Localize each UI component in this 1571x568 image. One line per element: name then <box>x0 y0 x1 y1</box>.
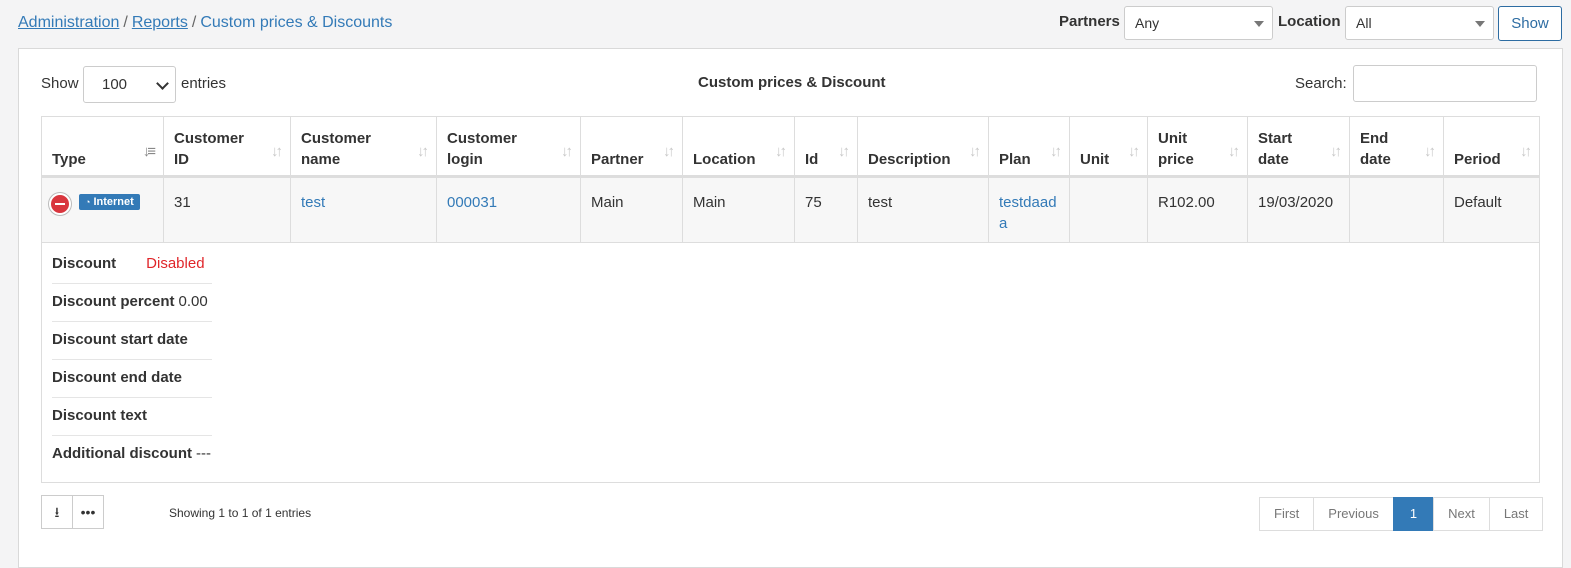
caret-down-icon <box>1254 21 1264 27</box>
detail-discount-text: Discount text <box>52 397 212 436</box>
detail-discount-percent: Discount percent 0.00 <box>52 283 212 322</box>
column-header-customer-id[interactable]: Customer ID ↓↑ <box>164 117 291 176</box>
breadcrumb-reports[interactable]: Reports <box>132 14 188 31</box>
breadcrumb-current: Custom prices & Discounts <box>200 14 393 31</box>
page-previous[interactable]: Previous <box>1313 497 1394 531</box>
column-header-description[interactable]: Description ↓↑ <box>858 117 989 176</box>
description-cell: test <box>858 178 989 242</box>
row-details: Discount Disabled Discount percent 0.00 Di… <box>41 243 1540 483</box>
custom-prices-table: Type ↓≡ Customer ID ↓↑ Customer name ↓↑ Cus… <box>41 116 1540 483</box>
location-select[interactable]: All <box>1345 6 1494 40</box>
column-header-id[interactable]: Id ↓↑ <box>795 117 858 176</box>
sort-icon: ↓↑ <box>1228 143 1240 160</box>
sort-icon: ↓↑ <box>417 143 429 160</box>
sort-icon: ↓↑ <box>663 143 675 160</box>
plan-link[interactable]: testdaada <box>999 194 1057 232</box>
chevron-down-icon <box>156 77 169 90</box>
page-1[interactable]: 1 <box>1392 497 1435 531</box>
report-panel: Show 100 entries Custom prices & Discoun… <box>18 48 1563 568</box>
sort-icon: ↓↑ <box>1330 143 1342 160</box>
customer-id-cell: 31 <box>164 178 291 242</box>
plan-cell: testdaada <box>989 178 1070 242</box>
type-cell: ◔ Internet <box>42 178 164 242</box>
show-button[interactable]: Show <box>1498 6 1562 41</box>
sort-icon: ↓↑ <box>271 143 283 160</box>
search-input[interactable] <box>1353 65 1537 102</box>
column-header-partner[interactable]: Partner ↓↑ <box>581 117 683 176</box>
export-button[interactable]: ⭳ <box>41 495 73 529</box>
customer-login-link[interactable]: 000031 <box>447 194 497 211</box>
sort-icon: ↓↑ <box>1050 143 1062 160</box>
column-header-unit[interactable]: Unit ↓↑ <box>1070 117 1148 176</box>
sort-icon: ↓↑ <box>561 143 573 160</box>
page-last[interactable]: Last <box>1488 497 1544 531</box>
breadcrumb: Administration / Reports / Custom prices & D… <box>18 14 392 32</box>
page-next[interactable]: Next <box>1433 497 1490 531</box>
column-header-start-date[interactable]: Start date ↓↑ <box>1248 117 1350 176</box>
customer-name-cell: test <box>291 178 437 242</box>
location-cell: Main <box>683 178 795 242</box>
caret-down-icon <box>1475 21 1485 27</box>
start-date-cell: 19/03/2020 <box>1248 178 1350 242</box>
column-header-location[interactable]: Location ↓↑ <box>683 117 795 176</box>
entries-length-value: 100 <box>102 76 128 93</box>
sort-icon: ↓↑ <box>1424 143 1436 160</box>
sort-icon: ↓↑ <box>969 143 981 160</box>
unit-price-cell: R102.00 <box>1148 178 1248 242</box>
sort-icon: ↓↑ <box>1128 143 1140 160</box>
partners-select-value: Any <box>1135 15 1160 31</box>
partners-select[interactable]: Any <box>1124 6 1273 40</box>
top-bar: Administration / Reports / Custom prices & D… <box>0 0 1571 48</box>
unit-cell <box>1070 178 1148 242</box>
table-header: Type ↓≡ Customer ID ↓↑ Customer name ↓↑ Cus… <box>41 116 1540 178</box>
customer-login-cell: 000031 <box>437 178 581 242</box>
discount-status: Disabled <box>146 255 205 272</box>
end-date-cell <box>1350 178 1444 242</box>
type-badge: ◔ Internet <box>79 194 140 210</box>
column-header-plan[interactable]: Plan ↓↑ <box>989 117 1070 176</box>
table-title: Custom prices & Discount <box>698 74 886 91</box>
location-label: Location <box>1278 13 1341 30</box>
breadcrumb-separator: / <box>123 14 128 31</box>
partner-cell: Main <box>581 178 683 242</box>
sort-icon: ↓≡ <box>142 143 156 160</box>
column-header-unit-price[interactable]: Unit price ↓↑ <box>1148 117 1248 176</box>
entries-length-select[interactable]: 100 <box>83 66 176 103</box>
wifi-icon: ◔ <box>85 197 91 207</box>
more-options-button[interactable]: ••• <box>72 495 104 529</box>
column-header-end-date[interactable]: End date ↓↑ <box>1350 117 1444 176</box>
detail-additional-discount: Additional discount --- <box>52 445 211 462</box>
show-entries-label: Show <box>41 75 79 92</box>
sort-icon: ↓↑ <box>775 143 787 160</box>
page-first[interactable]: First <box>1259 497 1315 531</box>
breadcrumb-separator: / <box>191 14 197 31</box>
column-header-type[interactable]: Type ↓≡ <box>42 117 164 176</box>
table-info: Showing 1 to 1 of 1 entries <box>169 506 312 520</box>
column-header-customer-name[interactable]: Customer name ↓↑ <box>291 117 437 176</box>
ellipsis-icon: ••• <box>80 504 96 520</box>
pagination: First Previous 1 Next Last <box>1259 497 1544 531</box>
export-icon: ⭳ <box>54 504 60 520</box>
partners-label: Partners <box>1059 13 1120 30</box>
detail-discount-start-date: Discount start date <box>52 321 212 360</box>
id-cell: 75 <box>795 178 858 242</box>
sort-icon: ↓↑ <box>1520 143 1532 160</box>
detail-discount: Discount Disabled <box>52 245 212 284</box>
table-row: ◔ Internet 31 test 000031 Main Main 75 te… <box>41 178 1540 243</box>
column-header-period[interactable]: Period ↓↑ <box>1444 117 1539 176</box>
breadcrumb-administration[interactable]: Administration <box>18 14 119 31</box>
period-cell: Default <box>1454 194 1502 211</box>
customer-name-link[interactable]: test <box>301 194 325 211</box>
location-select-value: All <box>1356 15 1372 31</box>
detail-discount-end-date: Discount end date <box>52 359 212 398</box>
column-header-customer-login[interactable]: Customer login ↓↑ <box>437 117 581 176</box>
search-label: Search: <box>1295 75 1347 92</box>
entries-label: entries <box>181 75 227 92</box>
sort-icon: ↓↑ <box>838 143 850 160</box>
collapse-row-icon[interactable] <box>49 193 71 215</box>
